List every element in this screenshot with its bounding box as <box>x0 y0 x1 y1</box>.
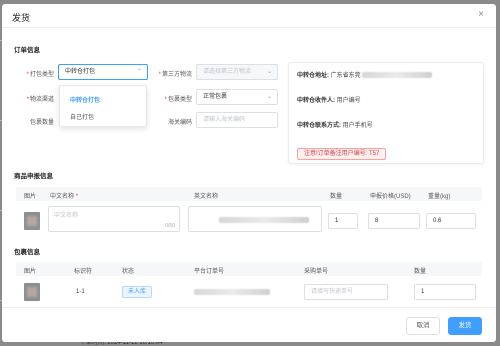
goods-col-en-name: 英文名称 <box>194 194 219 200</box>
warehouse-receiver: 中转仓收件人: 用户编号 <box>297 98 361 104</box>
ship-button[interactable]: 发货 <box>448 317 482 335</box>
goods-col-weight: 重量(kg) <box>428 194 451 200</box>
package-count-label: 包裹数量 <box>29 120 54 126</box>
goods-table-header: 图片 中文名称 * 英文名称 数量 申报价格(USD) 重量(kg) <box>16 187 482 201</box>
goods-col-image: 图片 <box>24 194 37 200</box>
redacted-address <box>362 72 433 79</box>
pack-type-dropdown: 中转仓打包 自己打包 <box>59 85 147 127</box>
package-col-purchase-no: 采购单号 <box>304 269 329 275</box>
purchase-no-input[interactable]: 请填写快递单号 <box>304 284 388 300</box>
dialog-title: 发货 <box>12 13 31 23</box>
goods-col-cn-name: 中文名称 * <box>50 194 79 200</box>
logistics-channel-label: *物流渠道 <box>26 97 54 103</box>
package-col-status: 状态 <box>122 269 135 275</box>
package-col-platform-order: 平台订单号 <box>194 269 225 275</box>
warehouse-info-panel: 中转仓地址: 广东省东莞 中转仓收件人: 用户编号 中转仓联系方式: 用户手机号… <box>288 62 484 164</box>
chevron-up-icon: ⌃ <box>136 69 142 75</box>
package-type-select[interactable]: 正常包裹 ⌄ <box>196 89 278 105</box>
cancel-button[interactable]: 取消 <box>406 317 440 335</box>
package-table-header: 图片 标识符 状态 平台订单号 采购单号 数量 <box>16 262 482 276</box>
dialog-header: 发货 × <box>2 4 496 28</box>
chevron-down-icon: ⌄ <box>266 69 272 75</box>
package-info-title: 包裹信息 <box>14 249 40 256</box>
package-col-quantity: 数量 <box>414 269 427 275</box>
package-type-label: *包裹类型 <box>164 97 192 103</box>
package-thumbnail <box>24 283 40 301</box>
pack-type-select[interactable]: 中转仓打包 ⌃ <box>58 64 148 80</box>
goods-quantity-input[interactable]: 1 <box>328 213 358 229</box>
goods-col-quantity: 数量 <box>330 194 343 200</box>
chevron-down-icon: ⌄ <box>266 94 272 100</box>
warehouse-address: 中转仓地址: 广东省东莞 <box>297 70 433 79</box>
customs-code-input[interactable]: 请输入海关编码 <box>196 112 278 128</box>
redacted-en-name <box>219 217 309 223</box>
dropdown-option-transit-pack[interactable]: 中转仓打包 <box>70 95 100 104</box>
goods-declaration-title: 商品申报信息 <box>14 173 53 180</box>
package-status-badge: 未入库 <box>122 286 153 298</box>
close-icon[interactable]: × <box>478 10 484 20</box>
order-info-title: 订单信息 <box>14 47 40 54</box>
package-col-image: 图片 <box>24 269 37 275</box>
footer-divider <box>2 307 496 308</box>
remark-warning-badge: 注意!订单备注用户编号: T57 <box>297 148 387 160</box>
third-party-select[interactable]: 请选择第三方物流 ⌄ <box>196 64 278 80</box>
weight-input[interactable]: 0.6 <box>426 213 476 229</box>
dropdown-option-self-pack[interactable]: 自己打包 <box>70 112 94 121</box>
pack-type-label: *打包类型 <box>26 72 54 78</box>
customs-code-label: 海关编码 <box>167 120 192 126</box>
char-counter: 0/50 <box>165 223 175 229</box>
ship-dialog: 发货 × 订单信息 *打包类型 中转仓打包 ⌃ 中转仓打包 自己打包 *物流渠道 … <box>2 4 496 342</box>
package-identifier: 1-1 <box>76 289 85 295</box>
warehouse-contact: 中转仓联系方式: 用户手机号 <box>297 123 373 129</box>
third-party-label: *第三方物流 <box>158 72 192 78</box>
cn-name-textarea[interactable]: 中文名称 0/50 <box>48 206 180 232</box>
redacted-platform-order <box>194 289 270 295</box>
goods-col-price: 申报价格(USD) <box>370 194 411 200</box>
declared-price-input[interactable]: 8 <box>368 213 420 229</box>
package-col-identifier: 标识符 <box>74 269 93 275</box>
en-name-textarea[interactable] <box>188 206 322 232</box>
package-quantity-input[interactable]: 1 <box>414 284 476 300</box>
product-thumbnail <box>24 212 40 230</box>
